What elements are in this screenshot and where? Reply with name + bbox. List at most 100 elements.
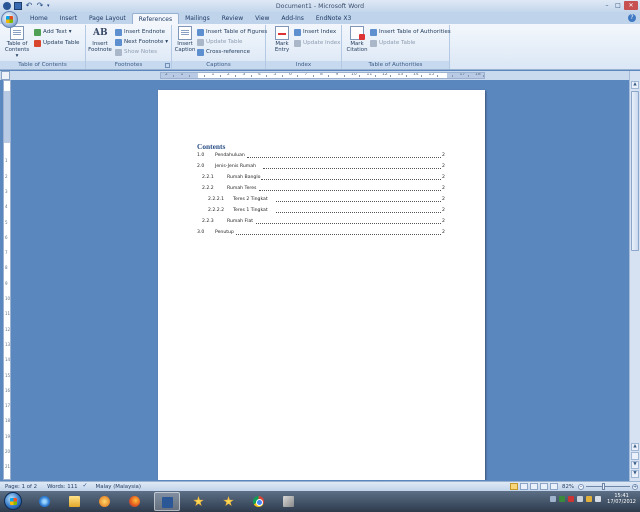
ruler-tick	[483, 75, 484, 77]
undo-icon[interactable]: ↶	[25, 2, 33, 10]
horizontal-ruler[interactable]: 2 1 1 2 3 4 5 6 7 8 9 10 11 12 13 14 15 17 18	[0, 71, 640, 80]
proofing-icon[interactable]	[83, 482, 91, 490]
taskbar-internet-explorer[interactable]	[32, 492, 58, 511]
update-table-figures-button[interactable]: Update Table	[197, 37, 243, 47]
vertical-ruler-number: 16	[5, 387, 11, 393]
next-footnote-button[interactable]: Next Footnote ▾	[115, 37, 168, 47]
close-button[interactable]: ✕	[624, 1, 638, 10]
show-notes-button[interactable]: Show Notes	[115, 47, 157, 57]
table-of-contents-button[interactable]: Table of Contents ▾	[3, 26, 31, 59]
web-layout-view-button[interactable]	[530, 483, 539, 490]
insert-caption-label-2: Caption	[174, 47, 196, 53]
update-index-button[interactable]: Update Index	[294, 38, 340, 48]
tray-antivirus-icon[interactable]	[568, 496, 575, 502]
update-table-toc-button[interactable]: Update Table	[34, 38, 80, 48]
toc-entry[interactable]: 2.2.1 Rumah Banglo 2	[158, 174, 485, 181]
toc-entry[interactable]: 2.0 Jenis-Jenis Rumah 2	[158, 163, 485, 170]
tray-network-icon[interactable]	[577, 496, 584, 502]
customize-quick-access-icon[interactable]: ▾	[47, 2, 50, 10]
insert-index-button[interactable]: Insert Index	[294, 27, 336, 37]
horizontal-ruler-scale[interactable]: 2 1 1 2 3 4 5 6 7 8 9 10 11 12 13 14 15 17 18	[160, 72, 485, 79]
next-page-button[interactable]: ▼	[631, 461, 639, 469]
toc-entry[interactable]: 2.2.2.2 Teres 1 Tingkat 2	[158, 207, 485, 214]
tab-insert[interactable]: Insert	[54, 13, 83, 24]
taskbar-word[interactable]	[154, 492, 180, 511]
vertical-ruler-number: 6	[5, 234, 8, 240]
cross-reference-button[interactable]: Cross-reference	[197, 47, 250, 57]
zoom-in-button[interactable]: +	[632, 483, 638, 490]
mark-entry-button[interactable]: Mark Entry	[269, 26, 295, 53]
insert-caption-button[interactable]: Insert Caption	[173, 26, 197, 53]
toc-entry[interactable]: 1.0 Pendahuluan 2	[158, 152, 485, 159]
taskbar-app-star[interactable]	[186, 492, 212, 511]
document-page[interactable]: Contents 1.0 Pendahuluan 2 2.0 Jenis-Jenis R…	[158, 90, 485, 480]
outline-view-button[interactable]	[540, 483, 549, 490]
window-controls: – □ ✕	[602, 1, 638, 10]
scroll-thumb[interactable]	[631, 91, 639, 251]
draft-view-button[interactable]	[550, 483, 559, 490]
taskbar-firefox[interactable]	[122, 492, 148, 511]
tab-endnote[interactable]: EndNote X3	[310, 13, 357, 24]
taskbar-media-player[interactable]	[92, 492, 118, 511]
zoom-level[interactable]: 82%	[562, 484, 574, 490]
save-icon[interactable]	[14, 2, 22, 10]
vertical-ruler-number: 12	[5, 326, 11, 332]
start-button[interactable]	[4, 492, 22, 510]
vertical-ruler[interactable]: 12345678910111213141516171819202122	[3, 80, 11, 480]
taskbar-chrome[interactable]	[246, 492, 272, 511]
toc-entry[interactable]: 2.2.3 Rumah Flat 2	[158, 218, 485, 225]
tray-battery-icon[interactable]	[586, 496, 593, 502]
tab-home[interactable]: Home	[24, 13, 54, 24]
redo-icon[interactable]: ↷	[36, 2, 44, 10]
word-app-icon[interactable]	[3, 2, 11, 10]
ruler-number: 6	[289, 72, 292, 77]
toc-entry[interactable]: 2.2.2 Rumah Teres 2	[158, 185, 485, 192]
office-button[interactable]	[1, 11, 18, 28]
vertical-scrollbar[interactable]: ▲ ▲ ▼ ▼	[629, 71, 640, 481]
help-icon[interactable]: ?	[628, 14, 636, 22]
word-icon	[162, 497, 173, 508]
tray-volume-icon[interactable]	[595, 496, 602, 502]
tab-mailings[interactable]: Mailings	[179, 13, 216, 24]
update-table-authorities-button[interactable]: Update Table	[370, 38, 416, 48]
tray-app-icon[interactable]	[559, 496, 566, 502]
insert-endnote-button[interactable]: Insert Endnote	[115, 27, 165, 37]
taskbar-tool[interactable]	[276, 492, 302, 511]
maximize-button[interactable]: □	[613, 1, 623, 10]
scroll-up-button[interactable]: ▲	[631, 81, 639, 89]
mark-citation-button[interactable]: Mark Citation	[344, 26, 370, 53]
insert-table-of-authorities-button[interactable]: Insert Table of Authorities	[370, 27, 451, 37]
insert-footnote-button[interactable]: AB Insert Footnote	[87, 26, 113, 53]
ruler-number: 2	[165, 72, 168, 77]
insert-table-of-figures-button[interactable]: Insert Table of Figures	[197, 27, 267, 37]
minimize-button[interactable]: –	[602, 1, 612, 10]
word-count[interactable]: Words: 111	[42, 484, 82, 490]
scroll-down-button[interactable]: ▼	[631, 470, 639, 478]
add-text-button[interactable]: Add Text ▾	[34, 27, 72, 37]
toc-entry[interactable]: 3.0 Penutup 2	[158, 229, 485, 236]
zoom-slider-thumb[interactable]	[602, 483, 606, 490]
footnotes-dialog-launcher[interactable]	[165, 63, 170, 68]
language[interactable]: Malay (Malaysia)	[91, 484, 146, 490]
taskbar-windows-explorer[interactable]	[62, 492, 88, 511]
select-browse-object-button[interactable]	[631, 452, 639, 460]
previous-page-button[interactable]: ▲	[631, 443, 639, 451]
tab-page-layout[interactable]: Page Layout	[83, 13, 132, 24]
tab-view[interactable]: View	[249, 13, 275, 24]
tab-add-ins[interactable]: Add-Ins	[275, 13, 309, 24]
insert-table-of-authorities-icon	[370, 28, 377, 36]
toc-entry[interactable]: 2.2.2.1 Teres 2 Tingkat 2	[158, 196, 485, 203]
tab-review[interactable]: Review	[216, 13, 249, 24]
page-count[interactable]: Page: 1 of 2	[0, 484, 42, 490]
clock[interactable]: 15:41 17/07/2012	[607, 493, 636, 505]
tab-selector[interactable]	[1, 71, 10, 80]
full-screen-reading-view-button[interactable]	[520, 483, 529, 490]
ruler-tick	[421, 75, 422, 77]
zoom-out-button[interactable]: –	[578, 483, 584, 490]
taskbar-app-star-2[interactable]	[216, 492, 242, 511]
zoom-slider[interactable]	[586, 483, 630, 490]
toc-entry-page-number: 2	[442, 164, 445, 169]
print-layout-view-button[interactable]	[510, 483, 519, 490]
ruler-number: 3	[242, 72, 246, 77]
tray-show-hidden-icon[interactable]	[550, 496, 557, 502]
